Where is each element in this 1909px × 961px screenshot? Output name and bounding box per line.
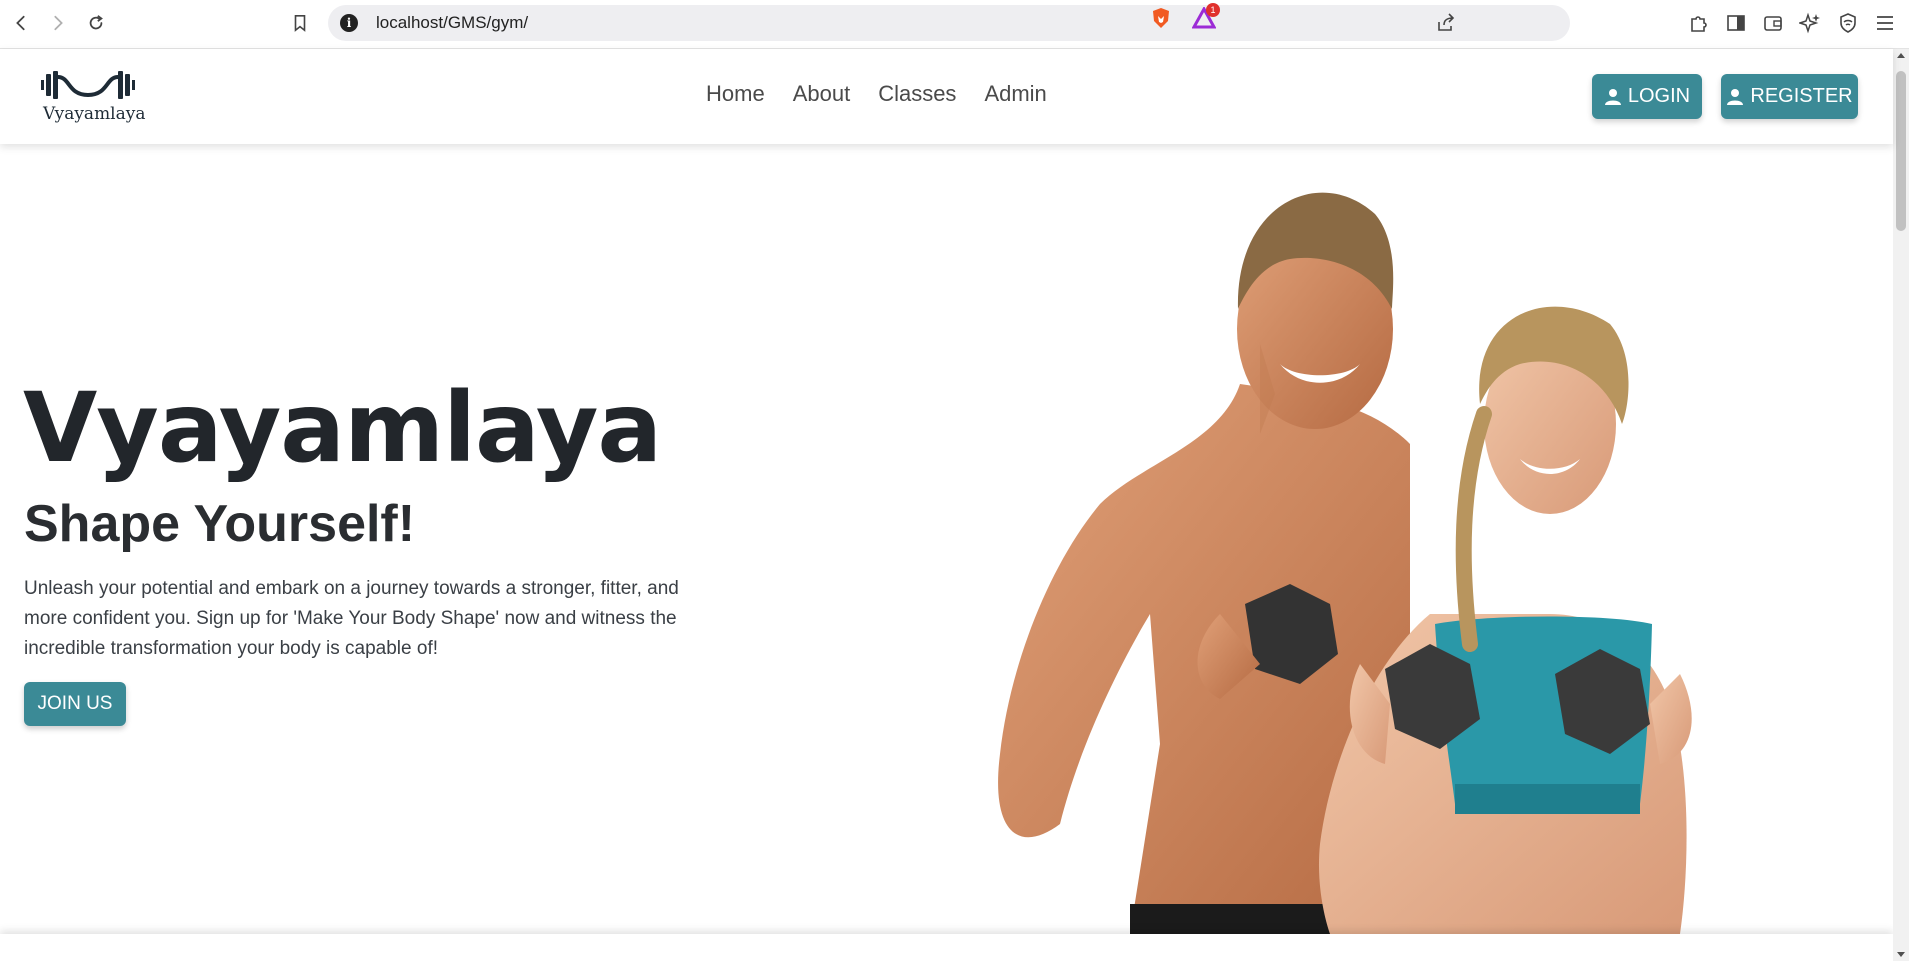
forward-arrow-icon[interactable] [45, 10, 71, 36]
hero-description: Unleash your potential and embark on a j… [24, 578, 679, 659]
join-us-button[interactable]: JOIN US [24, 682, 126, 726]
logo-text: Vyayamlaya [43, 104, 146, 124]
back-arrow-icon[interactable] [8, 10, 34, 36]
bookmark-icon[interactable] [287, 10, 313, 36]
site-logo[interactable]: Vyayamlaya [40, 67, 146, 129]
user-icon [1604, 88, 1621, 105]
hero-title: Vyayamlaya [23, 372, 662, 484]
hero-subtitle: Shape Yourself! [24, 495, 416, 553]
vpn-shield-icon[interactable] [1837, 12, 1859, 34]
hero-fitness-image [998, 192, 1692, 934]
nav-admin[interactable]: Admin [984, 81, 1046, 107]
login-button[interactable]: LOGIN [1592, 74, 1702, 119]
puzzle-icon[interactable] [1688, 12, 1710, 34]
nav-classes[interactable]: Classes [878, 81, 956, 107]
page-scrollbar[interactable] [1893, 49, 1909, 961]
url-text[interactable]: localhost/GMS/gym/ [376, 13, 528, 33]
address-bar[interactable]: i localhost/GMS/gym/ [328, 5, 1570, 41]
register-label: REGISTER [1750, 85, 1853, 107]
next-section-edge [0, 934, 1893, 961]
scroll-down-arrow[interactable] [1897, 952, 1905, 957]
sparkle-icon[interactable] [1797, 12, 1821, 34]
login-label: LOGIN [1627, 85, 1691, 107]
register-button[interactable]: REGISTER [1721, 74, 1858, 119]
hero-section: Vyayamlaya Shape Yourself! Unleash your … [0, 144, 1893, 934]
main-nav: Home About Classes Admin [706, 81, 1047, 107]
site-header: Vyayamlaya Home About Classes Admin LOGI… [0, 49, 1893, 144]
brave-shield-icon[interactable] [1150, 7, 1172, 29]
hamburger-menu-icon[interactable] [1874, 12, 1896, 34]
rewards-badge: 1 [1206, 3, 1220, 17]
user-icon [1727, 88, 1744, 105]
scroll-up-arrow[interactable] [1897, 53, 1905, 58]
browser-toolbar: i localhost/GMS/gym/ 1 [0, 0, 1909, 49]
dumbbell-icon [41, 71, 135, 99]
share-icon[interactable] [1436, 13, 1456, 33]
reload-icon[interactable] [83, 10, 109, 36]
scroll-thumb[interactable] [1896, 71, 1906, 231]
nav-home[interactable]: Home [706, 81, 765, 107]
sidebar-icon[interactable] [1725, 12, 1747, 34]
nav-about[interactable]: About [793, 81, 851, 107]
wallet-icon[interactable] [1762, 12, 1784, 34]
info-icon[interactable]: i [340, 14, 358, 32]
